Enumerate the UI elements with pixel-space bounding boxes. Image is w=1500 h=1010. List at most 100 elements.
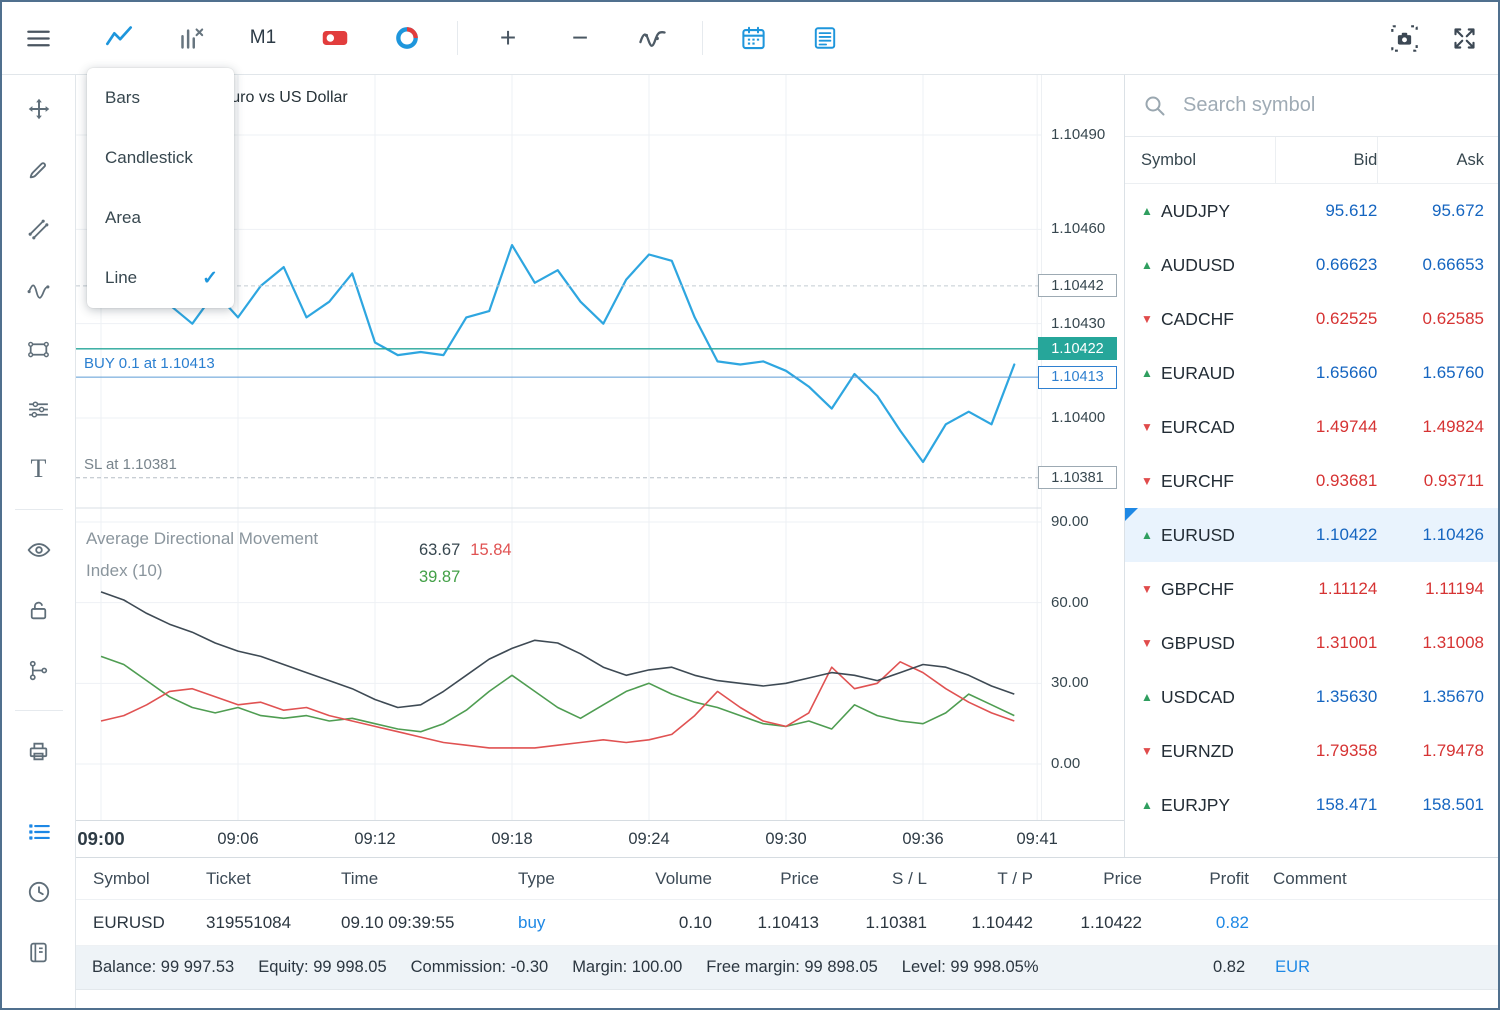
indicator-values: 63.6715.84 39.87 <box>419 537 512 591</box>
bid-value: 1.79358 <box>1275 741 1378 761</box>
ask-value: 1.65760 <box>1377 363 1500 383</box>
fullscreen-icon <box>1451 25 1478 52</box>
bid-value: 1.65660 <box>1275 363 1378 383</box>
di-minus-value: 15.84 <box>470 541 511 559</box>
chart-type-button[interactable] <box>97 16 141 60</box>
sidebar-divider <box>15 710 63 711</box>
market-watch-row-audjpy[interactable]: ▲AUDJPY95.61295.672 <box>1125 184 1500 238</box>
toolbar-divider <box>702 21 703 55</box>
header-1: Ticket <box>206 869 331 889</box>
axis-tick-label: 1.10490 <box>1051 126 1105 143</box>
menu-button[interactable] <box>16 16 60 60</box>
news-button[interactable] <box>803 16 847 60</box>
header-7: T / P <box>927 869 1033 889</box>
market-watch-row-gbpchf[interactable]: ▼GBPCHF1.111241.11194 <box>1125 562 1500 616</box>
lock-objects-button[interactable] <box>17 588 61 632</box>
status-item: Margin: 100.00 <box>572 958 682 977</box>
up-arrow-icon: ▲ <box>1141 366 1161 380</box>
stop-loss-label[interactable]: SL at 1.10381 <box>84 456 177 473</box>
account-currency[interactable]: EUR <box>1275 958 1310 977</box>
symbol-cell: ▲EURUSD <box>1125 525 1275 546</box>
chart-type-option-line[interactable]: Line✓ <box>87 248 234 308</box>
brush-icon <box>26 157 51 182</box>
one-click-trading-icon <box>321 24 349 52</box>
axis-tick-label: 1.10430 <box>1051 315 1105 332</box>
hamburger-icon <box>25 25 52 52</box>
lock-icon <box>26 598 51 623</box>
column-ask: Ask <box>1377 137 1500 184</box>
axis-tick-label: 90.00 <box>1051 513 1089 530</box>
text-button[interactable]: T <box>17 447 61 491</box>
eye-icon <box>26 537 52 563</box>
cell-4: 0.10 <box>551 913 712 933</box>
bid-value: 1.11124 <box>1275 579 1378 599</box>
search-input[interactable] <box>1181 93 1488 118</box>
market-watch-row-euraud[interactable]: ▲EURAUD1.656601.65760 <box>1125 346 1500 400</box>
print-button[interactable] <box>17 729 61 773</box>
header-10: Comment <box>1249 869 1500 889</box>
brush-button[interactable] <box>17 147 61 191</box>
option-label: Candlestick <box>105 148 193 168</box>
position-row[interactable]: EURUSD31955108409.10 09:39:55buy0.101.10… <box>76 900 1500 946</box>
market-watch-row-audusd[interactable]: ▲AUDUSD0.666230.66653 <box>1125 238 1500 292</box>
header-2: Time <box>331 869 491 889</box>
symbol-name: EURCAD <box>1161 417 1235 438</box>
bid-value: 1.31001 <box>1275 633 1378 653</box>
one-click-trading-button[interactable] <box>313 16 357 60</box>
ask-value: 1.10426 <box>1377 525 1500 545</box>
buy-order-label[interactable]: BUY 0.1 at 1.10413 <box>84 355 215 372</box>
fullscreen-button[interactable] <box>1442 16 1486 60</box>
curve-button[interactable] <box>17 267 61 311</box>
symbol-name: USDCAD <box>1161 687 1235 708</box>
market-watch-row-eurnzd[interactable]: ▼EURNZD1.793581.79478 <box>1125 724 1500 778</box>
trendline-button[interactable] <box>17 207 61 251</box>
object-visibility-button[interactable] <box>17 528 61 572</box>
cell-7: 1.10442 <box>927 913 1033 933</box>
market-watch-row-usdcad[interactable]: ▲USDCAD1.356301.35670 <box>1125 670 1500 724</box>
cell-5: 1.10413 <box>712 913 819 933</box>
crosshair-button[interactable] <box>17 87 61 131</box>
time-tick-label: 09:18 <box>491 830 532 849</box>
printer-icon <box>26 739 51 764</box>
down-arrow-icon: ▼ <box>1141 744 1161 758</box>
symbol-cell: ▼EURNZD <box>1125 741 1275 762</box>
market-watch-row-eurchf[interactable]: ▼EURCHF0.936810.93711 <box>1125 454 1500 508</box>
chart-type-option-bars[interactable]: Bars <box>87 68 234 128</box>
ask-value: 1.11194 <box>1377 579 1500 599</box>
trade-panel-button[interactable] <box>17 810 61 854</box>
price-scale[interactable]: 1.104901.104601.104301.1040090.0060.0030… <box>1041 75 1124 820</box>
objects-list-button[interactable] <box>17 648 61 692</box>
timeframe-button[interactable]: M1 <box>241 16 285 60</box>
chart-type-option-area[interactable]: Area <box>87 188 234 248</box>
market-watch-row-eurusd[interactable]: ▲EURUSD1.104221.10426 <box>1125 508 1500 562</box>
axis-tick-label: 60.00 <box>1051 594 1089 611</box>
shapes-button[interactable] <box>17 327 61 371</box>
zoom-in-button[interactable]: + <box>486 16 530 60</box>
tick-chart-button[interactable] <box>385 16 429 60</box>
symbol-name: EURCHF <box>1161 471 1234 492</box>
header-9: Profit <box>1142 869 1249 889</box>
status-item: Equity: 99 998.05 <box>258 958 386 977</box>
zoom-out-button[interactable]: − <box>558 16 602 60</box>
account-status-bar: Balance: 99 997.53Equity: 99 998.05Commi… <box>76 946 1500 990</box>
price-marker-current: 1.10422 <box>1038 337 1117 360</box>
history-button[interactable] <box>17 870 61 914</box>
up-arrow-icon: ▲ <box>1141 798 1161 812</box>
calendar-button[interactable] <box>731 16 775 60</box>
market-watch-row-eurjpy[interactable]: ▲EURJPY158.471158.501 <box>1125 778 1500 832</box>
cell-8: 1.10422 <box>1033 913 1142 933</box>
market-watch-row-eurcad[interactable]: ▼EURCAD1.497441.49824 <box>1125 400 1500 454</box>
remove-indicators-button[interactable] <box>169 16 213 60</box>
market-watch-row-gbpusd[interactable]: ▼GBPUSD1.310011.31008 <box>1125 616 1500 670</box>
down-arrow-icon: ▼ <box>1141 582 1161 596</box>
ask-value: 1.79478 <box>1377 741 1500 761</box>
total-profit: 0.82 <box>1213 958 1245 977</box>
journal-button[interactable] <box>17 930 61 974</box>
market-watch-row-cadchf[interactable]: ▼CADCHF0.625250.62585 <box>1125 292 1500 346</box>
levels-button[interactable] <box>17 387 61 431</box>
chart-type-option-candlestick[interactable]: Candlestick <box>87 128 234 188</box>
indicators-button[interactable] <box>630 16 674 60</box>
adx-value: 63.67 <box>419 541 460 559</box>
time-axis[interactable]: 09:0009:0609:1209:1809:2409:3009:3609:41 <box>76 820 1124 857</box>
screenshot-button[interactable] <box>1382 16 1426 60</box>
